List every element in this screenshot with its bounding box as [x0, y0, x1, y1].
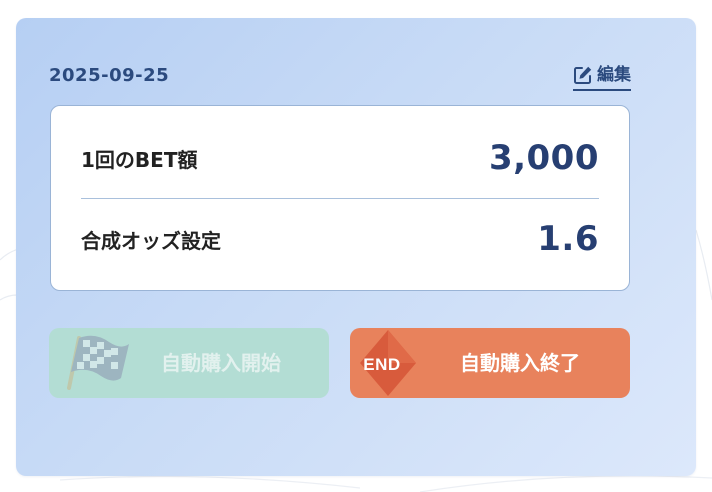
row-divider [81, 198, 599, 199]
start-auto-purchase-button[interactable]: 自動購入開始 [49, 328, 329, 398]
start-button-label: 自動購入開始 [161, 351, 281, 375]
checkered-flag-icon [55, 328, 135, 398]
bet-amount-label: 1回のBET額 [81, 147, 198, 172]
edit-icon [573, 65, 593, 85]
card-header: 2025-09-25 編集 [49, 64, 631, 92]
combined-odds-row: 合成オッズ設定 1.6 [81, 209, 599, 269]
bet-amount-value: 3,000 [488, 138, 599, 178]
settings-panel: 1回のBET額 3,000 合成オッズ設定 1.6 [50, 105, 630, 291]
end-auto-purchase-button[interactable]: END 自動購入終了 [350, 328, 630, 398]
page: 2025-09-25 編集 1回のBET額 3,000 合成オッズ設定 1.6 [0, 0, 712, 492]
bet-amount-row: 1回のBET額 3,000 [81, 128, 599, 188]
end-sign-icon: END [354, 328, 422, 398]
end-button-label: 自動購入終了 [460, 351, 580, 375]
edit-label: 編集 [597, 65, 631, 85]
end-badge-text: END [363, 355, 400, 374]
combined-odds-value: 1.6 [537, 219, 599, 259]
date-label: 2025-09-25 [49, 65, 170, 86]
edit-link[interactable]: 編集 [573, 62, 631, 91]
combined-odds-label: 合成オッズ設定 [81, 228, 221, 253]
